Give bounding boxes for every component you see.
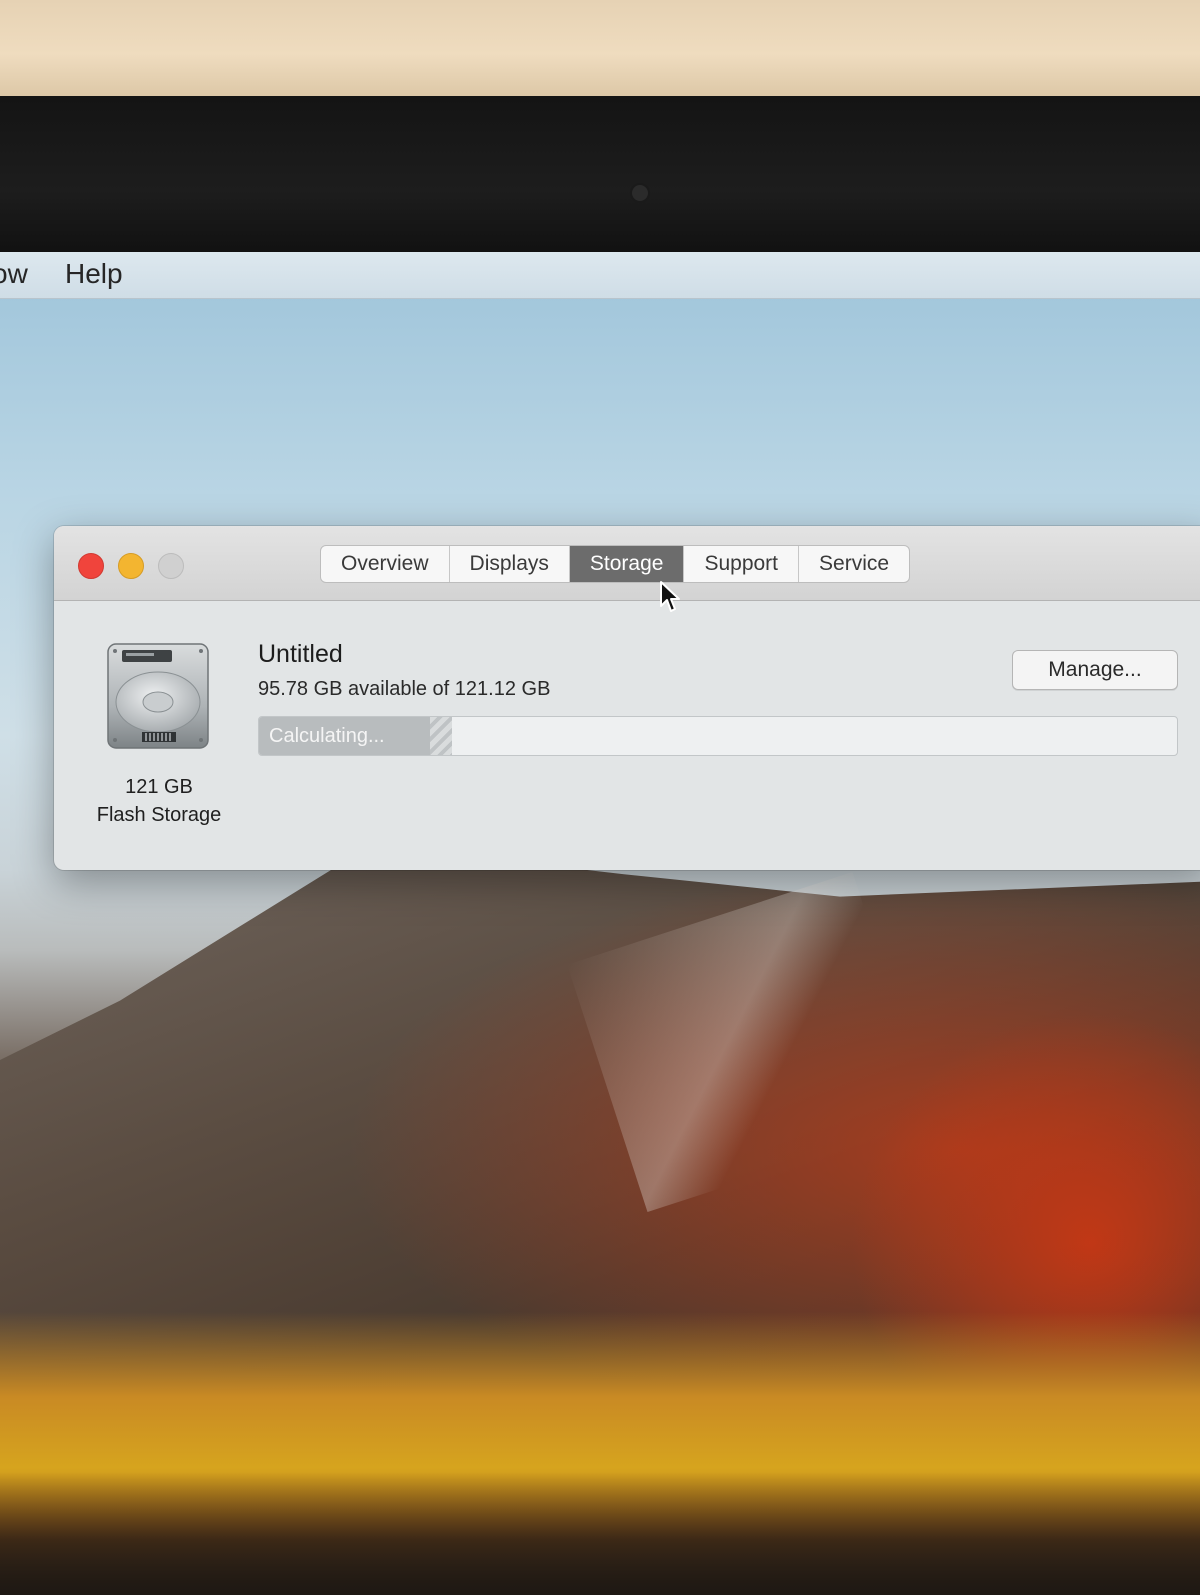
menu-help[interactable]: Help (65, 258, 123, 290)
tab-support[interactable]: Support (684, 546, 800, 582)
storage-usage-bar: Calculating... (258, 716, 1178, 756)
zoom-button (158, 553, 184, 579)
screen: ow Help Overview Displays Storage Suppor… (0, 252, 1200, 1595)
storage-availability: 95.78 GB available of 121.12 GB (258, 678, 551, 700)
storage-usage-status: Calculating... (269, 725, 385, 747)
menu-bar: ow Help (0, 252, 1200, 299)
menu-window[interactable]: ow (0, 258, 28, 290)
tab-bar: Overview Displays Storage Support Servic… (320, 545, 911, 583)
storage-usage-calculating-stripe (430, 717, 452, 755)
wallpaper-shadow (0, 1472, 1200, 1595)
hard-drive-icon (107, 643, 209, 749)
manage-button[interactable]: Manage... (1012, 650, 1178, 690)
tab-displays[interactable]: Displays (450, 546, 570, 582)
title-bar: Overview Displays Storage Support Servic… (54, 526, 1200, 601)
minimize-button[interactable] (118, 553, 144, 579)
wall-background (0, 0, 1200, 98)
tab-service[interactable]: Service (799, 546, 909, 582)
tab-storage[interactable]: Storage (569, 546, 685, 582)
close-button[interactable] (78, 553, 104, 579)
disk-type-label: Flash Storage (96, 804, 222, 826)
screen-bezel (0, 96, 1200, 254)
about-this-mac-window: Overview Displays Storage Support Servic… (54, 526, 1200, 870)
arrow-cursor-icon (660, 581, 680, 612)
camera (632, 185, 648, 201)
volume-name: Untitled (258, 640, 343, 668)
disk-size-label: 121 GB (125, 776, 193, 798)
tab-overview[interactable]: Overview (321, 546, 450, 582)
